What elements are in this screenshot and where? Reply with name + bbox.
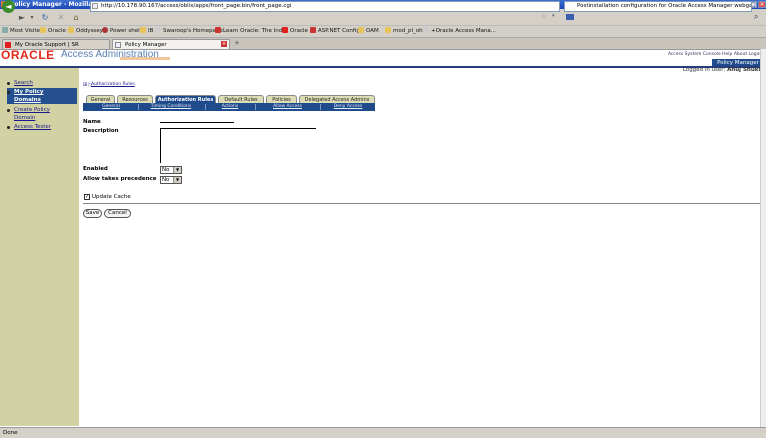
header-links[interactable]: Access System Console Help About Logout xyxy=(600,52,764,57)
bookmark-item[interactable]: Swaroop's Homepage xyxy=(155,26,223,37)
name-label: Name xyxy=(83,119,101,125)
tab-resources[interactable]: Resources xyxy=(117,95,153,103)
tab-delegated-access-admins[interactable]: Delegated Access Admins xyxy=(299,95,375,103)
title-accent xyxy=(120,57,170,60)
sidebar-item-create-policy-domain[interactable]: Domain xyxy=(14,115,35,122)
sidebar-item-access-tester[interactable]: Access Tester xyxy=(14,124,51,131)
close-icon[interactable]: × xyxy=(758,1,766,8)
bookmarks-toolbar: Most Visited Oracle Oddyssey Power shell… xyxy=(0,26,766,38)
precedence-select-value: No xyxy=(162,177,170,183)
bookmark-item[interactable]: Power shell xyxy=(102,26,141,37)
sidebar-item-search[interactable]: Search xyxy=(14,80,33,87)
bookmark-item[interactable]: ASP.NET Config xyxy=(310,26,360,37)
logged-in-label: Logged in user: xyxy=(682,67,726,73)
bullet-icon xyxy=(7,91,10,94)
enabled-select[interactable]: No ▼ xyxy=(160,166,182,174)
bookmark-item[interactable]: Oracle xyxy=(40,26,66,37)
subtab-allow-access[interactable]: Allow Access xyxy=(265,103,310,111)
page-favicon-icon xyxy=(115,42,121,48)
tab-authorization-rules[interactable]: Authorization Rules xyxy=(155,95,216,103)
form-divider xyxy=(83,203,761,204)
description-label: Description xyxy=(83,128,119,134)
name-field[interactable] xyxy=(160,118,234,123)
breadcrumb[interactable]: Authorization Rules xyxy=(91,82,135,87)
bookmark-star-icon[interactable]: ☆ xyxy=(541,13,546,20)
bullet-icon xyxy=(7,126,10,129)
tab-general[interactable]: General xyxy=(86,95,115,103)
new-tab-icon[interactable]: + xyxy=(234,39,240,47)
reload-icon[interactable]: ↻ xyxy=(40,12,50,24)
sidebar-item-my-policy-domains[interactable]: Domains xyxy=(14,97,41,104)
subtab-actions[interactable]: Actions xyxy=(215,103,245,111)
bookmark-item[interactable]: Learn Oracle: The Ind... xyxy=(215,26,287,37)
home-icon[interactable]: ⌂ xyxy=(71,12,81,24)
bookmark-item[interactable]: Oracle xyxy=(282,26,308,37)
bullet-icon xyxy=(7,109,10,112)
precedence-select[interactable]: No ▼ xyxy=(160,176,182,184)
history-dropdown-icon[interactable]: ▾ xyxy=(28,12,36,24)
sidebar-item-my-policy-domains[interactable]: My Policy xyxy=(14,89,43,96)
enabled-select-value: No xyxy=(162,167,170,173)
search-engine-icon[interactable] xyxy=(566,14,574,20)
subtab-deny-access[interactable]: Deny Access xyxy=(328,103,368,111)
bookmark-item[interactable]: OAM xyxy=(358,26,379,37)
update-cache-label: Update Cache xyxy=(92,194,131,200)
browser-tab-active[interactable]: Policy Manager × xyxy=(112,39,230,49)
search-icon[interactable]: ⌕ xyxy=(754,12,758,22)
subtab-timing-conditions[interactable]: Timing Conditions xyxy=(145,103,197,111)
logged-in-user: Anuj Shukla xyxy=(727,67,764,73)
bookmark-item[interactable]: mod_pl_ohs xyxy=(385,26,425,37)
logged-in-info: Logged in user: Anuj Shukla xyxy=(600,67,764,74)
bookmark-item[interactable]: Most Visited xyxy=(2,26,43,37)
tab-default-rules[interactable]: Default Rules xyxy=(218,95,264,103)
sidebar-item-create-policy-domain[interactable]: Create Policy xyxy=(14,107,50,114)
bookmark-item[interactable]: +Oracle Access Mana... xyxy=(423,26,496,37)
page-favicon-icon xyxy=(92,3,98,9)
forward-arrow-icon[interactable]: ► xyxy=(17,12,27,24)
bullet-icon xyxy=(7,82,10,85)
update-cache-checkbox[interactable]: ✓ xyxy=(84,194,90,200)
subtab-general[interactable]: General xyxy=(96,103,126,111)
status-text: Done xyxy=(3,430,18,436)
url-dropdown-icon[interactable]: ▾ xyxy=(552,13,555,19)
precedence-label: Allow takes precedence xyxy=(83,176,157,182)
subtab-divider xyxy=(320,104,321,110)
bookmark-item[interactable]: IB xyxy=(140,26,153,37)
navigation-toolbar xyxy=(0,11,766,26)
subtab-divider xyxy=(205,104,206,110)
chevron-down-icon: ▼ xyxy=(173,167,181,173)
chevron-down-icon: ▼ xyxy=(173,177,181,183)
status-bar xyxy=(0,427,766,438)
search-box[interactable]: Postinstallation configuration for Oracl… xyxy=(564,1,752,12)
back-arrow-icon[interactable]: ◄ xyxy=(2,0,15,13)
subtab-divider xyxy=(138,104,139,110)
stop-icon[interactable]: ✕ xyxy=(56,12,66,24)
close-tab-icon[interactable]: × xyxy=(221,41,227,47)
oracle-logo: ORACLE xyxy=(1,48,55,62)
subtab-divider xyxy=(255,104,256,110)
description-field[interactable] xyxy=(160,128,316,163)
enabled-label: Enabled xyxy=(83,166,108,172)
bookmark-item[interactable]: Oddyssey xyxy=(68,26,103,37)
url-bar[interactable]: http://10.178.90.167/access/oblix/apps/f… xyxy=(90,1,560,12)
page-right-edge xyxy=(760,49,766,427)
tab-policies[interactable]: Policies xyxy=(266,95,297,103)
cancel-button[interactable]: Cancel xyxy=(104,209,131,218)
save-button[interactable]: Save xyxy=(83,209,102,218)
side-navigation xyxy=(0,68,79,426)
